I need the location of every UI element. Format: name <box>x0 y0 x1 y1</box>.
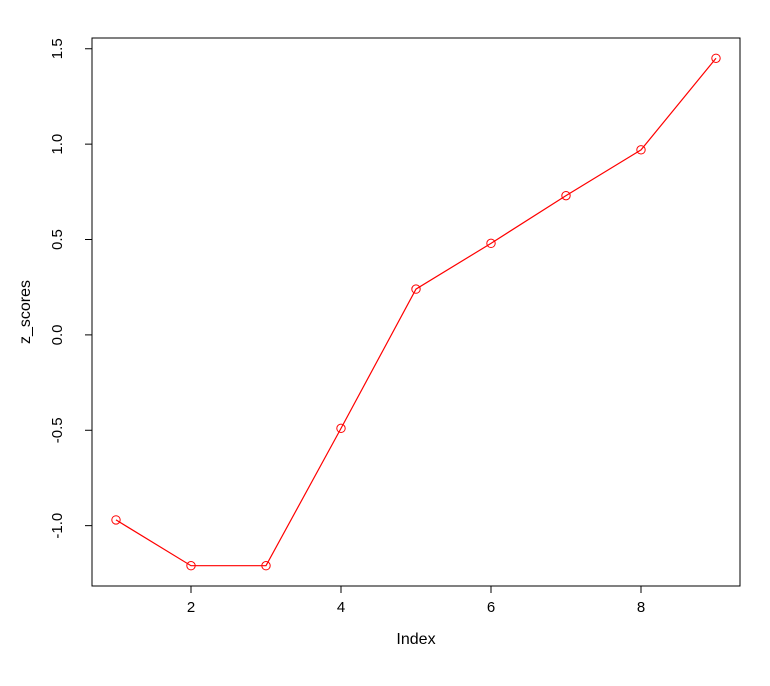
data-line <box>116 58 716 565</box>
x-tick-label: 6 <box>487 599 495 616</box>
x-axis-label: Index <box>396 631 435 648</box>
y-ticks-group: -1.0 -0.5 0.0 0.5 1.0 1.5 <box>49 38 92 538</box>
x-ticks-group: 2 4 6 8 <box>187 586 645 616</box>
y-tick-label: 1.5 <box>49 38 66 59</box>
chart-container: 2 4 6 8 -1.0 -0.5 0.0 0.5 1.0 1.5 Index z_scores <box>0 0 770 686</box>
data-point <box>712 54 720 62</box>
x-tick-label: 8 <box>637 599 645 616</box>
y-tick-label: 0.0 <box>49 324 66 345</box>
y-axis-label: z_scores <box>17 280 34 344</box>
y-tick-label: -0.5 <box>49 417 66 443</box>
chart-svg: 2 4 6 8 -1.0 -0.5 0.0 0.5 1.0 1.5 Index z_scores <box>0 0 770 686</box>
y-tick-label: 1.0 <box>49 134 66 155</box>
y-tick-label: -1.0 <box>49 513 66 539</box>
x-tick-label: 4 <box>337 599 345 616</box>
plot-box <box>92 38 740 586</box>
x-tick-label: 2 <box>187 599 195 616</box>
data-points-group <box>112 54 720 570</box>
y-tick-label: 0.5 <box>49 229 66 250</box>
